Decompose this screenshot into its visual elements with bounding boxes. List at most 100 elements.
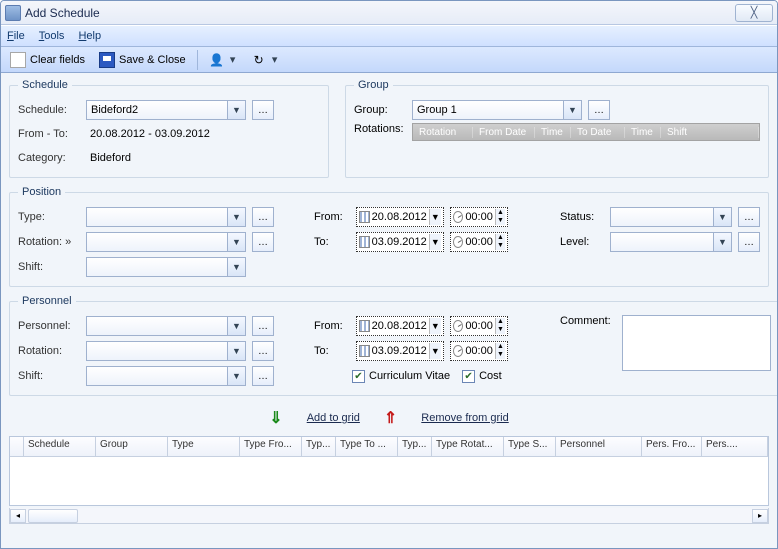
pers-shift-lookup-button[interactable]: … [252,366,274,386]
menubar: File Tools Help [1,25,777,47]
rotation-select[interactable]: ▼ [86,232,246,252]
to-date-input[interactable]: 03.09.2012▼ [356,232,444,252]
type-label: Type: [18,211,80,223]
level-label: Level: [560,236,604,248]
grid-hscrollbar[interactable]: ◂ ▸ [9,508,769,524]
schedule-lookup-button[interactable]: … [252,100,274,120]
pers-shift-select[interactable]: ▼ [86,366,246,386]
schedule-label: Schedule: [18,104,80,116]
group-select-value: Group 1 [417,104,457,116]
cv-checkbox[interactable]: ✔Curriculum Vitae [352,370,450,383]
from-time-input[interactable]: 00:00▲▼ [450,207,508,227]
cost-checkbox[interactable]: ✔Cost [462,370,502,383]
to-time-value: 00:00 [465,236,493,248]
grid-col-types[interactable]: Type S... [504,437,556,456]
from-label: From: [314,211,350,223]
grid-col-type[interactable]: Type [168,437,240,456]
group-lookup-button[interactable]: … [588,100,610,120]
comment-label: Comment: [560,315,616,327]
grid-col-pers[interactable]: Pers.... [702,437,768,456]
pers-from-date-value: 20.08.2012 [372,320,427,332]
result-grid[interactable]: Schedule Group Type Type Fro... Typ... T… [9,436,769,506]
grid-col-typ1[interactable]: Typ... [302,437,336,456]
body: Schedule Schedule: Bideford2 ▼ … From - … [1,73,777,548]
window: Add Schedule ╳ File Tools Help Clear fie… [0,0,778,549]
save-close-label: Save & Close [119,54,186,66]
grid-col-typ2[interactable]: Typ... [398,437,432,456]
grid-col-typeto[interactable]: Type To ... [336,437,398,456]
group-select[interactable]: Group 1 ▼ [412,100,582,120]
status-lookup-button[interactable]: … [738,207,760,227]
pers-from-date-input[interactable]: 20.08.2012▼ [356,316,444,336]
fromto-label: From - To: [18,128,80,140]
separator [197,50,198,70]
shift-select[interactable]: ▼ [86,257,246,277]
level-lookup-button[interactable]: … [738,232,760,252]
to-date-value: 03.09.2012 [372,236,427,248]
type-select[interactable]: ▼ [86,207,246,227]
chevron-down-icon: ▼ [713,233,731,251]
spinner-icon: ▲▼ [495,343,505,359]
schedule-select-value: Bideford2 [91,104,138,116]
personnel-group: Personnel Personnel: ▼ … Rotation: ▼ … S… [9,295,777,396]
grid-col-personnel[interactable]: Personnel [556,437,642,456]
toolbar-action-2[interactable]: ↻ ▾ [246,50,284,70]
grid-col-typerotat[interactable]: Type Rotat... [432,437,504,456]
group-legend: Group [354,79,393,91]
pers-rotation-select[interactable]: ▼ [86,341,246,361]
remove-from-grid-link[interactable]: Remove from grid [421,412,508,424]
to-time-input[interactable]: 00:00▲▼ [450,232,508,252]
chevron-down-icon: ▼ [227,208,245,226]
type-lookup-button[interactable]: … [252,207,274,227]
grid-col-group[interactable]: Group [96,437,168,456]
pers-from-label: From: [314,320,350,332]
titlebar: Add Schedule ╳ [1,1,777,25]
category-value: Bideford [86,150,135,166]
status-select[interactable]: ▼ [610,207,732,227]
status-label: Status: [560,211,604,223]
clear-fields-button[interactable]: Clear fields [5,50,90,70]
calendar-icon [359,320,370,332]
pers-to-time-input[interactable]: 00:00▲▼ [450,341,508,361]
add-to-grid-link[interactable]: Add to grid [307,412,360,424]
rotations-header: Rotation From Date Time To Date Time Shi… [412,123,760,141]
save-close-button[interactable]: Save & Close [94,50,191,70]
schedule-select[interactable]: Bideford2 ▼ [86,100,246,120]
arrow-up-icon: ⇑ [384,408,397,428]
position-legend: Position [18,186,65,198]
schedule-legend: Schedule [18,79,72,91]
spinner-icon: ▲▼ [495,209,505,225]
from-date-input[interactable]: 20.08.2012▼ [356,207,444,227]
toolbar-action-1[interactable]: 👤 ▾ [204,50,242,70]
menu-tools[interactable]: Tools [39,30,65,42]
pers-to-date-input[interactable]: 03.09.2012▼ [356,341,444,361]
chevron-down-icon: ▼ [429,343,441,359]
grid-col-schedule[interactable]: Schedule [24,437,96,456]
pers-rotation-lookup-button[interactable]: … [252,341,274,361]
scroll-thumb[interactable] [28,509,78,523]
personnel-lookup-button[interactable]: … [252,316,274,336]
scroll-right-button[interactable]: ▸ [752,509,768,523]
grid-col-typefrom[interactable]: Type Fro... [240,437,302,456]
grid-col-persfrom[interactable]: Pers. Fro... [642,437,702,456]
scroll-left-button[interactable]: ◂ [10,509,26,523]
pers-from-time-input[interactable]: 00:00▲▼ [450,316,508,336]
level-select[interactable]: ▼ [610,232,732,252]
spinner-icon: ▲▼ [495,234,505,250]
calendar-icon [359,211,370,223]
close-button[interactable]: ╳ [735,4,773,22]
personnel-select[interactable]: ▼ [86,316,246,336]
chevron-down-icon: ▾ [271,53,279,66]
menu-help[interactable]: Help [78,30,101,42]
personnel-label: Personnel: [18,320,80,332]
chevron-down-icon: ▼ [429,209,441,225]
pers-rotation-label: Rotation: [18,345,80,357]
position-group: Position Type: ▼ … Rotation: » ▼ … Shift… [9,186,769,287]
arrow-down-icon: ⇓ [269,408,282,428]
group-group: Group Group: Group 1 ▼ … Rotations: Rota… [345,79,769,178]
comment-textarea[interactable] [622,315,771,371]
menu-file[interactable]: File [7,30,25,42]
spinner-icon: ▲▼ [495,318,505,334]
rotation-lookup-button[interactable]: … [252,232,274,252]
clear-fields-label: Clear fields [30,54,85,66]
